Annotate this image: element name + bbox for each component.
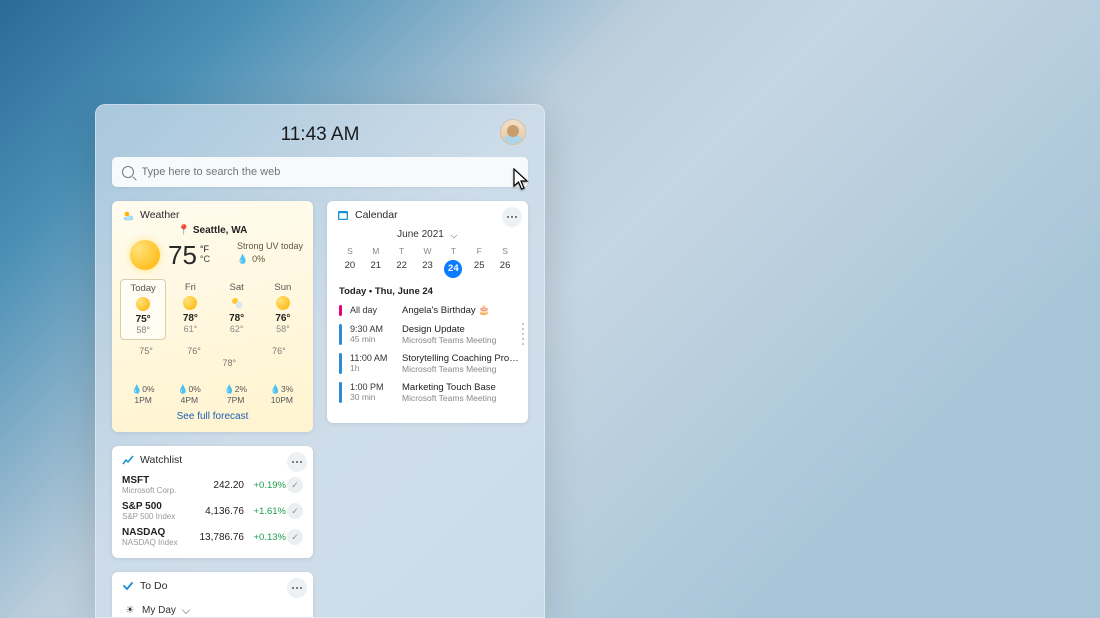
watchlist-card[interactable]: Watchlist MSFTMicrosoft Corp. 242.20 +0.… [112, 446, 313, 558]
todo-card[interactable]: To Do ☀ My Day [112, 572, 313, 618]
todo-list-selector[interactable]: ☀ My Day [112, 598, 313, 618]
calendar-dow: M [363, 246, 389, 256]
watchlist-title: Watchlist [140, 454, 182, 466]
precip-row: 💧0%1PM 💧0%4PM 💧2%7PM 💧3%10PM [112, 380, 313, 407]
weather-location: 📍 Seattle, WA [112, 225, 313, 236]
calendar-dow: W [415, 246, 441, 256]
weather-icon [122, 209, 134, 221]
forecast-day[interactable]: Sun 76° 58° [261, 279, 305, 340]
hourly-temps: 75° 76° . 76° [112, 340, 313, 356]
calendar-date-header: Today • Thu, June 24 [327, 282, 528, 299]
unit-f[interactable]: °F [200, 244, 210, 254]
calendar-event[interactable]: 11:00 AM1h Storytelling Coaching Pro…Mic… [339, 349, 522, 378]
precip-cell: 💧0%4PM [178, 384, 201, 405]
unit-c[interactable]: °C [200, 254, 210, 264]
calendar-day[interactable]: 22 [389, 260, 415, 278]
drop-icon: 💧 [237, 253, 248, 266]
calendar-day[interactable]: 20 [337, 260, 363, 278]
calendar-dow: T [440, 246, 466, 256]
watchlist-row[interactable]: NASDAQNASDAQ Index 13,786.76 +0.13% [112, 524, 313, 550]
pin-icon[interactable] [287, 529, 303, 545]
sun-icon [136, 297, 150, 311]
forecast-day[interactable]: Today 75° 58° [120, 279, 166, 340]
calendar-icon [337, 209, 349, 221]
calendar-dow: S [337, 246, 363, 256]
weather-title: Weather [140, 209, 180, 221]
search-input[interactable] [142, 166, 519, 178]
search-icon [122, 166, 134, 178]
stocks-icon [122, 454, 134, 466]
forecast-day[interactable]: Sat 78° 62° [215, 279, 259, 340]
weather-card[interactable]: Weather 📍 Seattle, WA 75 °F °C [112, 201, 313, 432]
watchlist-row[interactable]: S&P 500S&P 500 Index 4,136.76 +1.61% [112, 498, 313, 524]
watchlist-row[interactable]: MSFTMicrosoft Corp. 242.20 +0.19% [112, 472, 313, 498]
precip-cell: 💧3%10PM [270, 384, 293, 405]
pin-icon[interactable] [287, 503, 303, 519]
calendar-event[interactable]: 1:00 PM30 min Marketing Touch BaseMicros… [339, 378, 522, 407]
calendar-dow: S [492, 246, 518, 256]
calendar-event[interactable]: All day Angela's Birthday 🎂 [339, 301, 522, 320]
clock: 11:43 AM [281, 124, 360, 146]
calendar-event[interactable]: 9:30 AM45 min Design UpdateMicrosoft Tea… [339, 320, 522, 349]
forecast-link[interactable]: See full forecast [112, 407, 313, 424]
more-button[interactable] [287, 452, 307, 472]
calendar-card[interactable]: Calendar June 2021 S M T W T F S 20 21 [327, 201, 528, 423]
current-temp: 75 °F °C [168, 240, 210, 271]
calendar-day[interactable]: 25 [466, 260, 492, 278]
location-pin-icon: 📍 [178, 225, 190, 236]
scroll-indicator[interactable] [522, 323, 524, 345]
precip-cell: 💧0%1PM [132, 384, 155, 405]
sun-outline-icon: ☀ [124, 604, 136, 616]
chevron-down-icon [182, 606, 190, 614]
calendar-dow: T [389, 246, 415, 256]
chevron-down-icon [450, 231, 457, 238]
month-selector[interactable]: June 2021 [327, 227, 528, 240]
sun-icon [276, 296, 290, 310]
panel-header: 11:43 AM [112, 117, 528, 153]
more-button[interactable] [502, 207, 522, 227]
sun-icon [130, 240, 160, 270]
calendar-day-today[interactable]: 24 [444, 260, 462, 278]
calendar-dow: F [466, 246, 492, 256]
precip-cell: 💧2%7PM [224, 384, 247, 405]
forecast-day[interactable]: Fri 78° 61° [168, 279, 212, 340]
todo-icon [122, 580, 134, 592]
calendar-title: Calendar [355, 209, 398, 221]
partly-cloudy-icon [230, 296, 244, 310]
calendar-day[interactable]: 21 [363, 260, 389, 278]
pin-icon[interactable] [287, 477, 303, 493]
avatar[interactable] [500, 119, 526, 145]
search-bar[interactable] [112, 157, 528, 187]
todo-title: To Do [140, 580, 167, 592]
calendar-day[interactable]: 26 [492, 260, 518, 278]
weather-note: Strong UV today 💧 0% [237, 240, 303, 266]
hourly-peak: 78° [223, 358, 237, 368]
event-list: All day Angela's Birthday 🎂 9:30 AM45 mi… [327, 299, 528, 417]
forecast-row: Today 75° 58° Fri 78° 61° Sat [112, 273, 313, 340]
more-button[interactable] [287, 578, 307, 598]
calendar-day[interactable]: 23 [415, 260, 441, 278]
widgets-panel: 11:43 AM Weather 📍 Seattle, WA [95, 104, 545, 618]
sun-icon [183, 296, 197, 310]
